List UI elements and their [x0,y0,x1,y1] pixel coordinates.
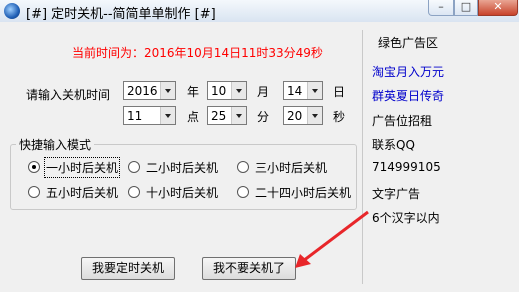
app-window: [#] 定时关机--简简单单制作 [#] – □ ✕ 当前时间为：2016年10… [0,0,519,292]
annotation-arrow [295,210,369,268]
arrow-shaft [302,210,369,263]
